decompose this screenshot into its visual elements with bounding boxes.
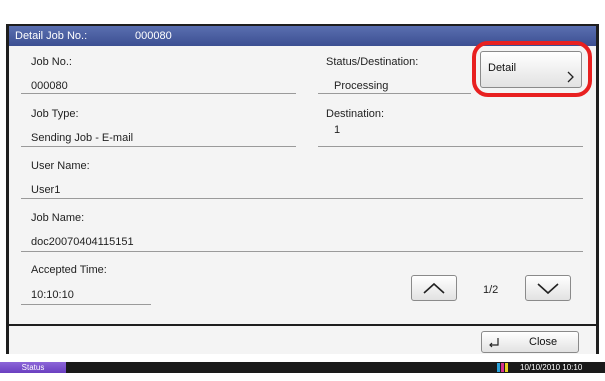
user-name-label: User Name: [31, 160, 90, 172]
user-name-value: User1 [31, 184, 61, 196]
bottom-bar: Close [9, 326, 596, 354]
chevron-down-icon [537, 283, 559, 295]
return-icon [489, 338, 499, 348]
status-bar [0, 362, 605, 373]
chevron-up-icon [423, 282, 445, 294]
accepted-time-label: Accepted Time: [31, 264, 107, 276]
detail-highlight-ring [472, 41, 592, 97]
user-name-divider [21, 198, 583, 199]
job-name-value: doc20070404115151 [31, 236, 134, 248]
destination-value: 1 [334, 124, 341, 136]
status-tab[interactable]: Status [0, 362, 66, 373]
close-button[interactable]: Close [481, 331, 579, 353]
title-label: Detail Job No.: [15, 30, 88, 42]
page-indicator: 1/2 [483, 284, 499, 296]
job-name-label: Job Name: [31, 212, 85, 224]
job-type-divider [21, 146, 296, 147]
toner-status-icon [497, 363, 511, 372]
page-down-button[interactable] [525, 275, 571, 301]
status-value: Processing [334, 80, 389, 92]
job-type-value: Sending Job - E-mail [31, 132, 134, 144]
close-button-label: Close [529, 336, 558, 348]
status-divider [318, 93, 471, 94]
job-no-divider [21, 93, 296, 94]
datetime: 10/10/2010 10:10 [520, 363, 583, 372]
accepted-time-value: 10:10:10 [31, 289, 74, 301]
title-job-number: 000080 [135, 30, 172, 42]
job-type-label: Job Type: [31, 108, 79, 120]
job-name-divider [21, 251, 583, 252]
page-up-button[interactable] [411, 275, 457, 301]
status-destination-label: Status/Destination: [326, 56, 419, 68]
destination-label: Destination: [326, 108, 385, 120]
job-no-value: 000080 [31, 80, 68, 92]
destination-divider [318, 146, 583, 147]
accepted-time-divider [21, 304, 151, 305]
job-no-label: Job No.: [31, 56, 72, 68]
